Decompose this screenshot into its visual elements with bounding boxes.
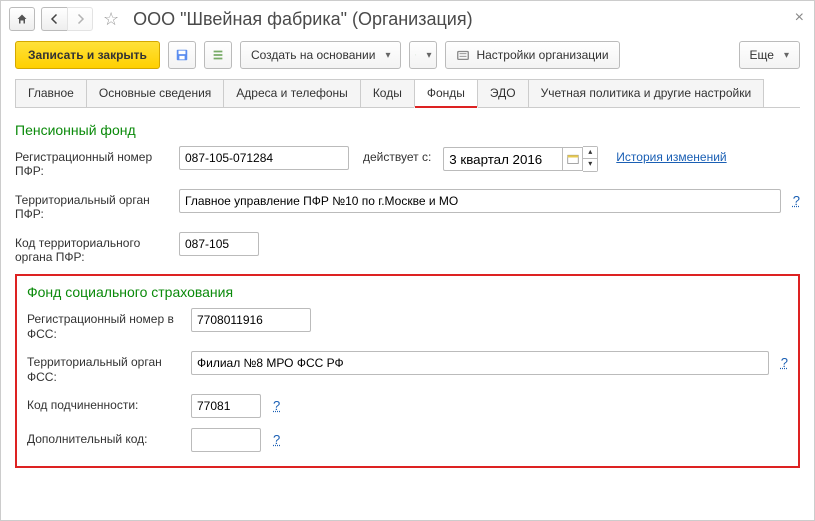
favorite-star-icon[interactable]: ☆ xyxy=(103,9,119,30)
forward-button[interactable] xyxy=(67,7,93,31)
org-settings-button[interactable]: Настройки организации xyxy=(445,41,619,69)
fss-subord-input[interactable] xyxy=(191,394,261,418)
close-icon[interactable]: × xyxy=(795,9,804,27)
fss-territory-help[interactable]: ? xyxy=(781,351,788,370)
tabs: Главное Основные сведения Адреса и телеф… xyxy=(15,79,800,108)
pfr-territory-input[interactable] xyxy=(179,189,781,213)
back-button[interactable] xyxy=(41,7,67,31)
fss-extra-help[interactable]: ? xyxy=(273,428,280,447)
create-based-on-label: Создать на основании xyxy=(251,48,376,62)
fss-extra-input[interactable] xyxy=(191,428,261,452)
save-close-button[interactable]: Записать и закрыть xyxy=(15,41,160,69)
tab-funds[interactable]: Фонды xyxy=(414,79,478,108)
fss-reg-input[interactable] xyxy=(191,308,311,332)
pfr-territory-help[interactable]: ? xyxy=(793,189,800,208)
fss-subord-label: Код подчиненности: xyxy=(27,394,185,412)
fss-reg-label: Регистрационный номер в ФСС: xyxy=(27,308,185,341)
valid-from-input[interactable] xyxy=(443,147,563,171)
fss-subord-help[interactable]: ? xyxy=(273,394,280,413)
fss-extra-label: Дополнительный код: xyxy=(27,428,185,446)
tab-basic[interactable]: Основные сведения xyxy=(86,79,224,107)
fss-territory-label: Территориальный орган ФСС: xyxy=(27,351,185,384)
home-button[interactable] xyxy=(9,7,35,31)
tab-addresses[interactable]: Адреса и телефоны xyxy=(223,79,361,107)
pfr-section-title: Пенсионный фонд xyxy=(15,122,800,138)
pfr-territory-label: Территориальный орган ПФР: xyxy=(15,189,173,222)
fss-section-title: Фонд социального страхования xyxy=(27,284,788,300)
pfr-code-label: Код территориального органа ПФР: xyxy=(15,232,173,265)
tab-edo[interactable]: ЭДО xyxy=(477,79,529,107)
tab-policy[interactable]: Учетная политика и другие настройки xyxy=(528,79,765,107)
create-based-on-button[interactable]: Создать на основании xyxy=(240,41,402,69)
list-button[interactable] xyxy=(204,41,232,69)
pfr-reg-input[interactable] xyxy=(179,146,349,170)
period-up-button[interactable]: ▴ xyxy=(583,147,597,159)
org-settings-label: Настройки организации xyxy=(476,48,608,62)
valid-from-label: действует с: xyxy=(355,146,437,164)
tab-main[interactable]: Главное xyxy=(15,79,87,107)
window-title: ООО "Швейная фабрика" (Организация) xyxy=(133,9,472,30)
tab-codes[interactable]: Коды xyxy=(360,79,415,107)
period-picker-button[interactable] xyxy=(563,147,583,171)
more-label: Еще xyxy=(750,48,774,62)
fss-territory-input[interactable] xyxy=(191,351,769,375)
history-link[interactable]: История изменений xyxy=(616,146,726,164)
save-button[interactable] xyxy=(168,41,196,69)
pfr-reg-label: Регистрационный номер ПФР: xyxy=(15,146,173,179)
attachment-button[interactable] xyxy=(409,41,437,69)
pfr-code-input[interactable] xyxy=(179,232,259,256)
period-down-button[interactable]: ▾ xyxy=(583,159,597,171)
more-button[interactable]: Еще xyxy=(739,41,800,69)
